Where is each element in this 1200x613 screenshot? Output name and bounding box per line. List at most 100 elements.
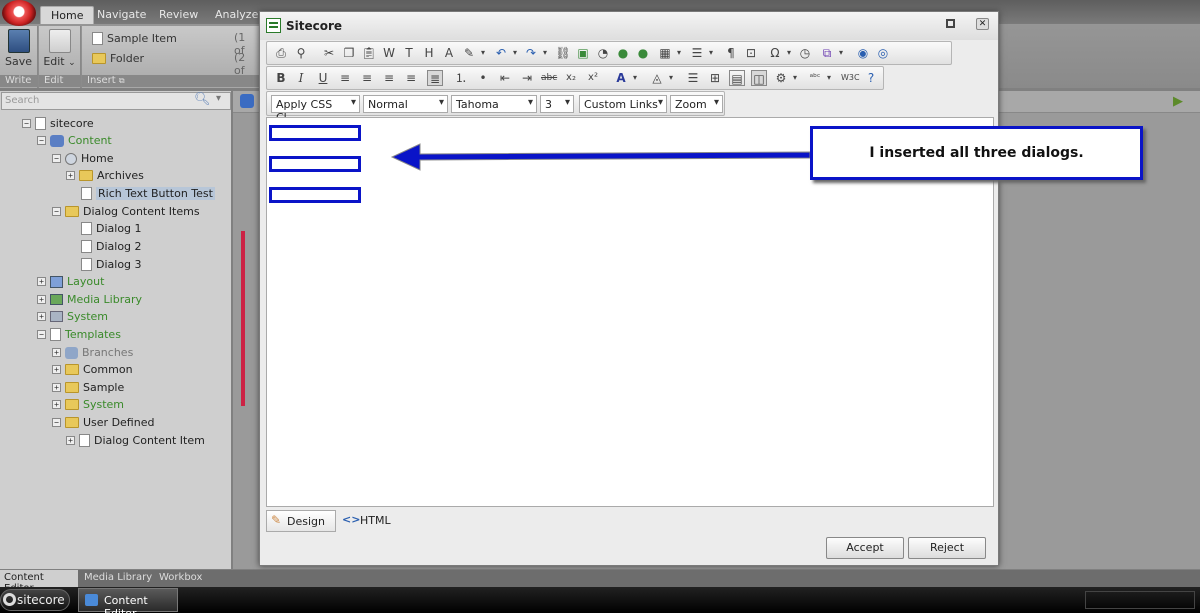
expand-icon[interactable]: ⧉ <box>119 76 125 85</box>
search-input[interactable]: Search 🔍︎ ▾ <box>1 92 231 110</box>
tree-node-branches[interactable]: + Branches <box>52 344 133 361</box>
tree-node-common[interactable]: + Common <box>52 361 133 378</box>
paste-special-icon[interactable]: A <box>441 45 457 61</box>
inserted-dialog-placeholder[interactable] <box>269 125 361 141</box>
tree-node-dialog-2[interactable]: Dialog 2 <box>81 238 142 255</box>
expand-icon[interactable]: + <box>52 383 61 392</box>
cut-icon[interactable]: ✂ <box>321 45 337 61</box>
paragraph-style-dropdown[interactable]: Normal <box>363 95 448 113</box>
bold-icon[interactable]: B <box>273 70 289 86</box>
tree-node-layout[interactable]: + Layout <box>37 273 104 290</box>
expand-icon[interactable]: + <box>37 312 46 321</box>
tree-node-templates[interactable]: − Templates <box>37 326 121 343</box>
tree-node-dialog-1[interactable]: Dialog 1 <box>81 220 142 237</box>
tree-node-dialog-content-items[interactable]: − Dialog Content Items <box>52 203 200 220</box>
bullet-list-icon[interactable]: • <box>475 70 491 86</box>
insert-media-icon[interactable]: ◔ <box>595 45 611 61</box>
font-size-dropdown[interactable]: 3 <box>540 95 574 113</box>
expand-icon[interactable]: + <box>66 436 75 445</box>
outdent-icon[interactable]: ⇤ <box>497 70 513 86</box>
expand-icon[interactable]: + <box>52 400 61 409</box>
tree-node-dialog-content-item[interactable]: + Dialog Content Item <box>66 432 205 449</box>
inserted-dialog-placeholder[interactable] <box>269 156 361 172</box>
expand-icon[interactable]: + <box>37 295 46 304</box>
expand-icon[interactable]: + <box>66 171 75 180</box>
chevron-down-icon[interactable]: ▾ <box>821 70 837 86</box>
accept-button[interactable]: Accept <box>826 537 904 559</box>
collapse-icon[interactable]: − <box>37 136 46 145</box>
taskbar-item-content-editor[interactable]: Content Editor <box>78 588 178 613</box>
chevron-down-icon[interactable]: ▾ <box>537 45 553 61</box>
tree-node-sample[interactable]: + Sample <box>52 379 124 396</box>
design-mode-tab[interactable]: ✎ Design <box>266 510 336 532</box>
help-icon[interactable]: ? <box>863 70 879 86</box>
indent-icon[interactable]: ⇥ <box>519 70 535 86</box>
tree-node-rich-text-button-test[interactable]: Rich Text Button Test <box>81 185 215 202</box>
paste-word-icon[interactable]: W <box>381 45 397 61</box>
save-button[interactable]: Save <box>0 29 37 68</box>
chevron-down-icon[interactable]: ▾ <box>216 93 221 104</box>
expand-icon[interactable]: + <box>52 348 61 357</box>
strikethrough-icon[interactable]: abc <box>541 70 557 86</box>
collapse-icon[interactable]: − <box>22 119 31 128</box>
superscript-icon[interactable]: x² <box>585 70 601 86</box>
paragraph-icon[interactable]: ¶ <box>723 45 739 61</box>
search-icon[interactable]: 🔍︎ <box>194 92 211 107</box>
paste-plain-icon[interactable]: T <box>401 45 417 61</box>
chevron-down-icon[interactable]: ▾ <box>507 45 523 61</box>
validate-xhtml-icon[interactable]: W3C <box>841 70 860 86</box>
tab-media-library[interactable]: Media Library <box>80 570 156 587</box>
chevron-down-icon[interactable]: ▾ <box>787 70 803 86</box>
inserted-dialog-placeholder[interactable] <box>269 187 361 203</box>
show-borders-icon[interactable]: ◫ <box>751 70 767 86</box>
chevron-down-icon[interactable]: ▾ <box>781 45 797 61</box>
embed-icon[interactable]: ◉ <box>855 45 871 61</box>
zoom-dropdown[interactable]: Zoom <box>670 95 723 113</box>
edit-button[interactable]: Edit ⌄ <box>39 29 80 68</box>
tree-node-dialog-3[interactable]: Dialog 3 <box>81 256 142 273</box>
tree-node-system-templates[interactable]: + System <box>52 396 124 413</box>
insert-sample-item[interactable]: Sample Item <box>92 28 177 48</box>
chevron-down-icon[interactable]: ▾ <box>475 45 491 61</box>
tree-node-user-defined[interactable]: − User Defined <box>52 414 154 431</box>
navigate-arrow-icon[interactable]: ▶ <box>1173 94 1189 109</box>
tab-navigate[interactable]: Navigate <box>87 6 156 24</box>
chevron-down-icon[interactable]: ▾ <box>671 45 687 61</box>
collapse-icon[interactable]: − <box>52 207 61 216</box>
help-icon[interactable]: ◎ <box>875 45 891 61</box>
align-right-icon[interactable]: ≡ <box>381 70 397 86</box>
tree-node-home[interactable]: − Home <box>52 150 113 167</box>
custom-links-dropdown[interactable]: Custom Links <box>579 95 667 113</box>
chevron-down-icon[interactable]: ▾ <box>833 45 849 61</box>
align-left-icon[interactable]: ≡ <box>337 70 353 86</box>
copy-icon[interactable]: ❐ <box>341 45 357 61</box>
justify-icon[interactable]: ≡ <box>403 70 419 86</box>
print-icon[interactable]: ⎙ <box>273 45 289 61</box>
image-map-icon[interactable]: ▤ <box>729 70 745 86</box>
absolute-position-icon[interactable]: ⊞ <box>707 70 723 86</box>
sitecore-logo-icon[interactable] <box>2 0 36 26</box>
expand-icon[interactable]: + <box>37 277 46 286</box>
align-center-icon[interactable]: ≡ <box>359 70 375 86</box>
insert-folder[interactable]: Folder <box>92 48 144 68</box>
tab-review[interactable]: Review <box>149 6 208 24</box>
tree-node-content[interactable]: − Content <box>37 132 112 149</box>
collapse-icon[interactable]: − <box>52 154 61 163</box>
chevron-down-icon[interactable]: ▾ <box>627 70 643 86</box>
sitecore-start-button[interactable]: sitecore <box>0 589 70 611</box>
tab-content-editor[interactable]: Content Editor <box>0 570 78 594</box>
tree-node-system[interactable]: + System <box>37 308 108 325</box>
tree-node-archives[interactable]: + Archives <box>66 167 144 184</box>
subscript-icon[interactable]: x₂ <box>563 70 579 86</box>
italic-icon[interactable]: I <box>293 70 309 86</box>
numbered-list-icon[interactable]: ⒈ <box>453 70 469 86</box>
html-mode-tab[interactable]: <> HTML <box>342 510 391 532</box>
find-icon[interactable]: ⚲ <box>293 45 309 61</box>
collapse-icon[interactable]: − <box>37 330 46 339</box>
close-icon[interactable]: ✕ <box>976 18 989 30</box>
underline-icon[interactable]: U <box>315 70 331 86</box>
expand-icon[interactable]: + <box>52 365 61 374</box>
reject-button[interactable]: Reject <box>908 537 986 559</box>
insert-field-icon[interactable]: ⊡ <box>743 45 759 61</box>
maximize-icon[interactable] <box>946 19 955 28</box>
